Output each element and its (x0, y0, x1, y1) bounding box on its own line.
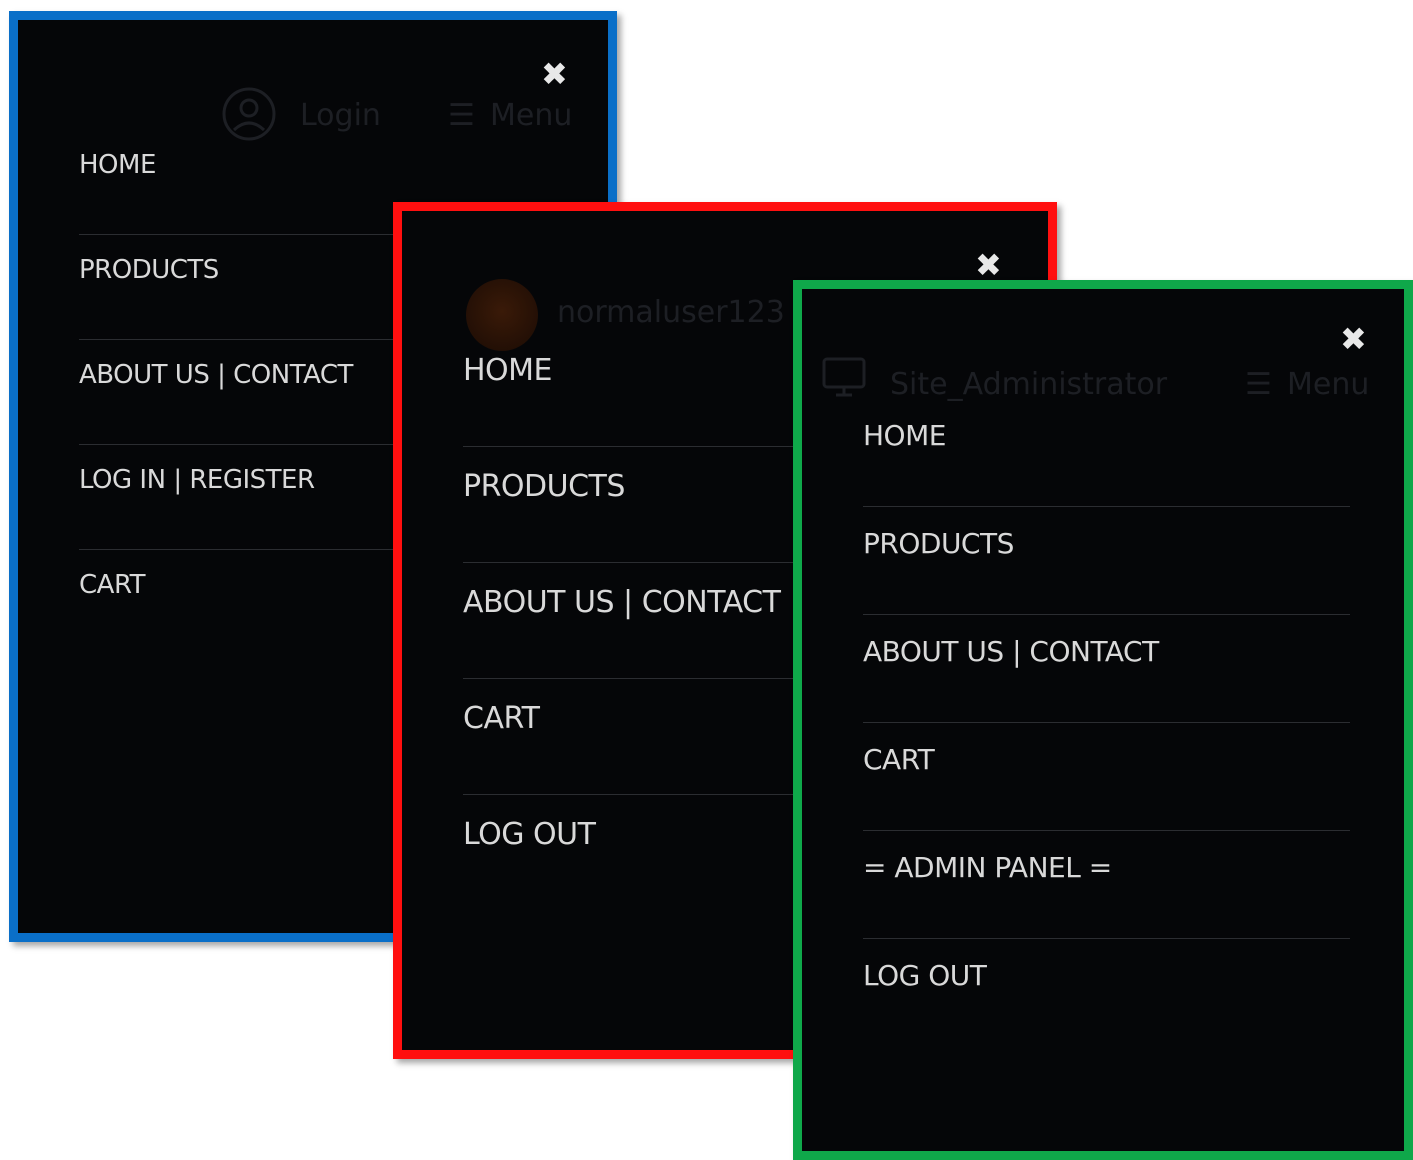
menu-item-about-us-contact[interactable]: ABOUT US | CONTACT (863, 615, 1350, 723)
menu-toggle-ghost: Menu (1287, 367, 1370, 402)
menu-item-label: LOG OUT (863, 959, 987, 992)
login-link-ghost: Login (300, 98, 381, 133)
menu-item-admin-panel[interactable]: = ADMIN PANEL = (863, 831, 1350, 939)
close-icon[interactable]: ✖ (541, 58, 568, 90)
close-icon[interactable]: ✖ (975, 249, 1002, 281)
menu-item-label: PRODUCTS (863, 527, 1014, 560)
menu-toggle-ghost: Menu (490, 98, 573, 133)
menu-item-label: ABOUT US | CONTACT (863, 635, 1159, 668)
menu-item-label: HOME (863, 419, 946, 452)
hamburger-icon: ☰ (1245, 367, 1272, 402)
menu-item-home[interactable]: HOME (863, 399, 1350, 507)
menu-item-products[interactable]: PRODUCTS (863, 507, 1350, 615)
menu-item-label: CART (863, 743, 935, 776)
admin-menu-panel: Site_Administrator ☰ Menu ✖ HOME PRODUCTS… (793, 280, 1413, 1160)
close-icon[interactable]: ✖ (1340, 323, 1367, 355)
menu-item-label: HOME (79, 150, 156, 180)
menu-item-cart[interactable]: CART (863, 723, 1350, 831)
username-ghost: Site_Administrator (890, 367, 1168, 402)
menu-item-log-out[interactable]: LOG OUT (863, 939, 1350, 1047)
monitor-icon (822, 357, 866, 397)
admin-nav-menu: HOME PRODUCTS ABOUT US | CONTACT CART = ADMI… (863, 399, 1350, 1047)
username-ghost: normaluser123 (557, 295, 785, 330)
menu-item-label: = ADMIN PANEL = (863, 851, 1112, 884)
hamburger-icon: ☰ (448, 98, 475, 133)
